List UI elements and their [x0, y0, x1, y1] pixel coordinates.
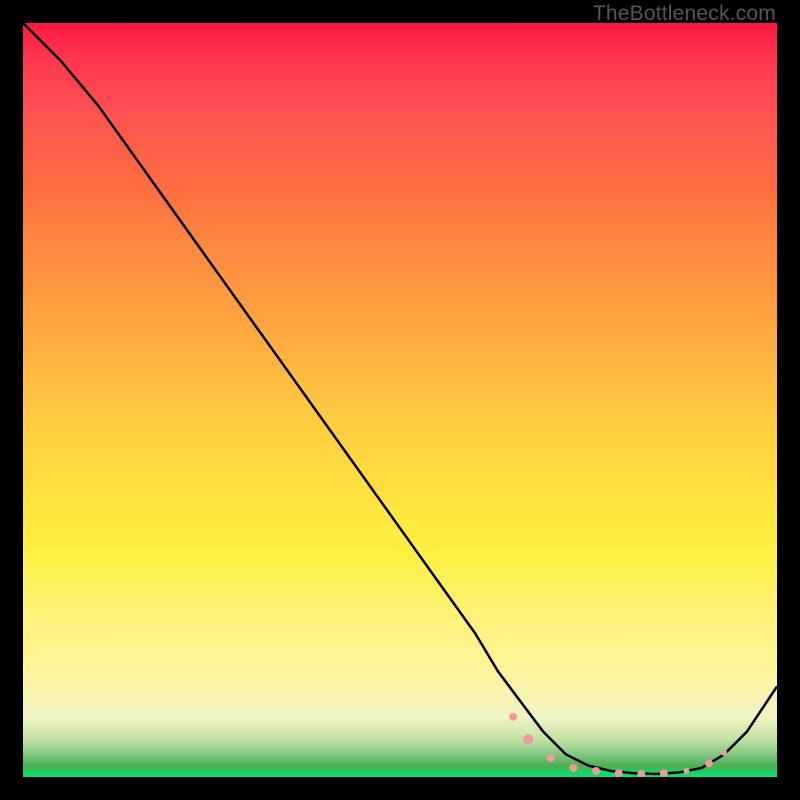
data-marker — [660, 769, 668, 777]
data-marker — [637, 770, 645, 777]
data-marker — [592, 767, 600, 775]
data-marker — [684, 768, 690, 774]
bottleneck-curve — [23, 23, 777, 774]
data-marker — [569, 764, 577, 772]
data-marker — [509, 713, 517, 721]
data-marker — [615, 769, 623, 777]
data-markers — [509, 713, 727, 777]
curve-line-group — [23, 23, 777, 774]
data-marker — [523, 734, 533, 744]
data-marker — [705, 759, 713, 767]
data-marker — [547, 754, 555, 762]
chart-svg — [23, 23, 777, 777]
data-marker — [721, 750, 727, 756]
